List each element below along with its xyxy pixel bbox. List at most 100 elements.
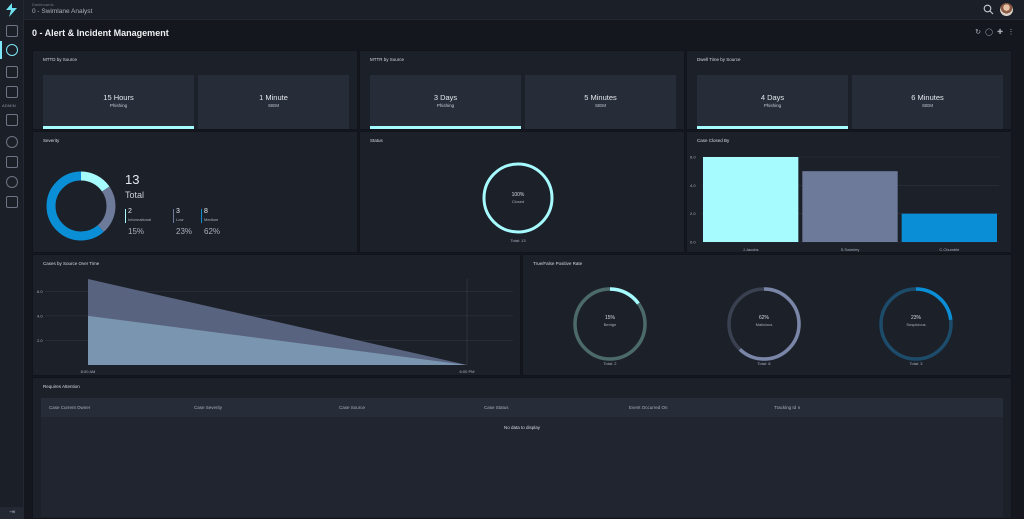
- legend-count: 2: [128, 208, 132, 215]
- settings-icon[interactable]: [6, 196, 18, 208]
- legend-label: Low: [176, 217, 184, 222]
- bar-j.jacobs[interactable]: [703, 157, 799, 242]
- legend-item[interactable]: 8 Medium 62%: [201, 208, 231, 237]
- panel-title: MTTD by Source: [43, 57, 78, 62]
- mttr-panel: MTTR by Source 3 Days Phishing 5 Minutes…: [359, 50, 685, 130]
- bar-s.swimley[interactable]: [802, 171, 898, 242]
- y-tick-label: 2.0: [37, 338, 43, 343]
- stat-label: Phishing: [436, 103, 455, 108]
- severity-donut[interactable]: [45, 170, 117, 242]
- severity-total-value: 13: [125, 172, 140, 187]
- stat-label: SIEM: [921, 103, 933, 108]
- panel-title: Status: [370, 138, 383, 143]
- table-body: No data to display: [41, 417, 1003, 517]
- swimlane-logo[interactable]: [3, 2, 21, 18]
- legend-percent: 23%: [176, 227, 193, 236]
- cases-over-time-chart[interactable]: 2.0 4.0 6.0 8:00 AM 6:00 PM: [33, 255, 522, 377]
- bar-c.chumble[interactable]: [901, 213, 997, 242]
- cases-over-time-panel: Cases by Source Over Time 2.0 4.0 6.0 8:00 …: [32, 254, 521, 376]
- legend-item[interactable]: 2 Informational 15%: [125, 208, 170, 237]
- top-bar: Dashboards 0 - Swimlane Analyst: [24, 0, 1024, 20]
- legend-count: 3: [176, 208, 180, 215]
- stat-card[interactable]: 5 Minutes SIEM: [525, 75, 676, 129]
- stat-value: 3 Days: [433, 93, 458, 102]
- status-label: Closed: [511, 199, 525, 204]
- legend-item[interactable]: 3 Low 23%: [173, 208, 203, 237]
- legend-percent: 15%: [128, 227, 145, 236]
- column-header[interactable]: Case Source: [331, 398, 476, 417]
- stat-label: Phishing: [763, 103, 782, 108]
- stat-bar: [370, 126, 521, 129]
- integrations-icon[interactable]: [6, 176, 18, 188]
- donut-percent: 15%: [604, 315, 615, 321]
- mttd-panel: MTTD by Source 15 Hours Phishing 1 Minut…: [32, 50, 358, 130]
- column-header[interactable]: Case Severity: [186, 398, 331, 417]
- y-tick-label: 0.0: [690, 240, 696, 245]
- avatar[interactable]: [1000, 3, 1013, 16]
- panel-title: Dwell Time by Source: [697, 57, 741, 62]
- tfp-donut-suspicious[interactable]: 23% Suspicious Total: 3: [877, 285, 955, 375]
- status-percent: 100%: [511, 192, 525, 198]
- legend-swatch: [125, 209, 126, 223]
- page-title: 0 - Alert & Incident Management: [32, 28, 169, 38]
- reports-icon[interactable]: [6, 86, 18, 98]
- case-closed-by-chart[interactable]: 0.0 2.0 4.0 6.0 J.Jacobs S.Swimley C.Chumble: [687, 132, 1013, 254]
- add-widget-icon[interactable]: ✚: [996, 29, 1004, 37]
- status-donut[interactable]: [480, 160, 556, 236]
- stat-value: 4 Days: [760, 93, 785, 102]
- active-nav-indicator: [0, 41, 2, 59]
- admin-section-label: ADMIN: [2, 103, 16, 108]
- severity-panel: Severity 13 Total 2 Informational 15% 3 …: [32, 131, 358, 253]
- legend-percent: 62%: [204, 227, 221, 236]
- stat-card[interactable]: 4 Days Phishing: [697, 75, 848, 129]
- donut-label: Suspicious: [906, 322, 926, 327]
- settings-gear-icon[interactable]: ◯: [985, 29, 993, 37]
- tfp-donut-benign[interactable]: 15% Benign Total: 2: [571, 285, 649, 375]
- column-header[interactable]: Tracking Id ∨: [766, 398, 1003, 417]
- column-header[interactable]: Case Status: [476, 398, 621, 417]
- table-header-row: Case Current Owner Case Severity Case So…: [41, 398, 1003, 417]
- stat-card[interactable]: 1 Minute SIEM: [198, 75, 349, 129]
- stat-bar: [697, 126, 848, 129]
- applications-icon[interactable]: [6, 114, 18, 126]
- stat-label: SIEM: [594, 103, 606, 108]
- column-header[interactable]: Case Current Owner: [41, 398, 186, 417]
- column-header-label: Tracking Id: [774, 404, 797, 410]
- stat-card[interactable]: 3 Days Phishing: [370, 75, 521, 129]
- refresh-icon[interactable]: ↻: [974, 29, 982, 37]
- stat-card[interactable]: 6 Minutes SIEM: [852, 75, 1003, 129]
- attention-table: Case Current Owner Case Severity Case So…: [41, 398, 1003, 417]
- panel-title: True/False Positive Rate: [533, 261, 583, 266]
- x-tick-label: 8:00 AM: [81, 369, 96, 374]
- x-tick-label: J.Jacobs: [743, 247, 759, 252]
- expand-sidebar-icon[interactable]: ⇥: [0, 507, 24, 519]
- records-icon[interactable]: [6, 66, 18, 78]
- search-icon[interactable]: [983, 4, 994, 15]
- donut-label: Benign: [603, 322, 617, 327]
- tfp-donut-malicious[interactable]: 62% Malicious Total: 8: [725, 285, 803, 375]
- sidebar: ADMIN ⇥: [0, 0, 24, 519]
- y-tick-label: 2.0: [690, 211, 696, 216]
- legend-label: Medium: [204, 217, 219, 222]
- stat-label: Phishing: [109, 103, 128, 108]
- stat-value: 6 Minutes: [911, 93, 944, 102]
- more-menu-icon[interactable]: ⋮: [1007, 29, 1015, 37]
- stat-value: 1 Minute: [259, 93, 288, 102]
- status-panel: Status 100% Closed Total: 13: [359, 131, 685, 253]
- dashboard-selector[interactable]: 0 - Swimlane Analyst: [32, 8, 92, 15]
- sort-desc-icon[interactable]: ∨: [797, 405, 800, 410]
- stat-value: 15 Hours: [103, 93, 134, 102]
- workspaces-icon[interactable]: [6, 156, 18, 168]
- donut-percent: 23%: [910, 315, 921, 321]
- analyst-icon[interactable]: [6, 44, 18, 56]
- dashboard-actions: ↻ ◯ ✚ ⋮: [974, 29, 1015, 37]
- dashboard-icon[interactable]: [6, 25, 18, 37]
- stat-card[interactable]: 15 Hours Phishing: [43, 75, 194, 129]
- donut-percent: 62%: [758, 315, 769, 321]
- users-icon[interactable]: [6, 136, 18, 148]
- stat-value: 5 Minutes: [584, 93, 617, 102]
- donut-total: Total: 8: [757, 361, 771, 366]
- column-header[interactable]: Event Occurred On: [621, 398, 766, 417]
- breadcrumb[interactable]: Dashboards: [32, 2, 54, 7]
- x-tick-label: 6:00 PM: [460, 369, 475, 374]
